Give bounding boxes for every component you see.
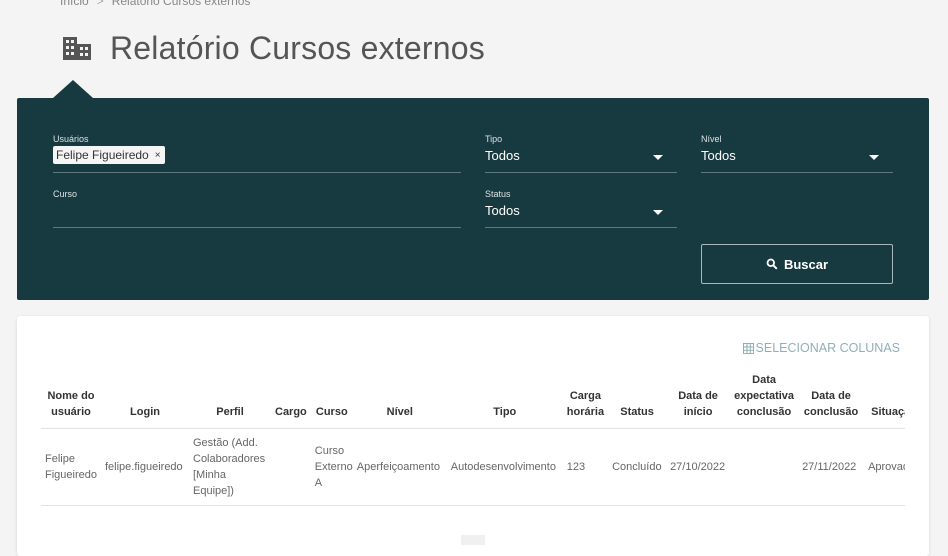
cell-data-inicio: 27/10/2022 <box>666 428 731 506</box>
page-header: Relatório Cursos externos <box>62 28 485 68</box>
cell-status: Concluído <box>608 428 667 506</box>
page-title: Relatório Cursos externos <box>110 29 485 66</box>
breadcrumb-separator: > <box>96 0 104 8</box>
column-header[interactable]: Data de início <box>666 368 731 429</box>
column-header[interactable]: Data expectativa conclusão <box>730 368 799 429</box>
cell-curso: Curso Externo A <box>310 428 353 506</box>
breadcrumb-current: Relatório Cursos externos <box>111 0 251 8</box>
column-header[interactable]: Nome do usuário <box>41 368 101 429</box>
user-chip-label: Felipe Figueiredo <box>56 148 149 162</box>
table-header-row: Nome do usuário Login Perfil Cargo Curso… <box>41 368 905 429</box>
building-icon <box>63 37 91 60</box>
usuarios-label: Usuários <box>53 134 89 144</box>
filter-panel: Usuários Felipe Figueiredo × Tipo Todos … <box>17 98 929 300</box>
column-header[interactable]: Cargo <box>271 368 311 429</box>
results-table-container[interactable]: Nome do usuário Login Perfil Cargo Curso… <box>41 368 905 506</box>
column-header[interactable]: Status <box>608 368 667 429</box>
column-header[interactable]: Curso <box>310 368 353 429</box>
column-header[interactable]: Situação <box>864 368 905 429</box>
status-select[interactable]: Status Todos <box>485 189 677 228</box>
column-header[interactable]: Login <box>101 368 189 429</box>
chevron-down-icon <box>653 155 663 160</box>
column-header[interactable]: Data de conclusão <box>798 368 865 429</box>
panel-notch <box>53 80 93 98</box>
status-label: Status <box>485 189 511 199</box>
column-header[interactable]: Carga horária <box>562 368 609 429</box>
results-card: SELECIONAR COLUNAS Nome do usuário Login… <box>17 316 929 556</box>
search-button-label: Buscar <box>783 256 829 272</box>
select-columns-label: SELECIONAR COLUNAS <box>755 341 900 355</box>
tipo-label: Tipo <box>485 134 503 144</box>
chevron-down-icon <box>653 210 663 215</box>
usuarios-field[interactable]: Usuários Felipe Figueiredo × <box>53 134 461 173</box>
curso-input[interactable]: Curso <box>53 189 461 228</box>
cell-nome: Felipe Figueiredo <box>41 428 101 506</box>
pagination[interactable] <box>461 535 485 545</box>
cell-data-conclusao: 27/11/2022 <box>798 428 865 506</box>
user-chip: Felipe Figueiredo × <box>53 146 165 164</box>
cell-cargo <box>271 428 311 506</box>
nivel-select[interactable]: Nível Todos <box>701 134 893 173</box>
tipo-select[interactable]: Tipo Todos <box>485 134 677 173</box>
table-row[interactable]: Felipe Figueiredo felipe.figueiredo Gest… <box>41 428 905 506</box>
status-value: Todos <box>485 203 520 218</box>
table-columns-icon <box>742 342 754 354</box>
breadcrumb: Início > Relatório Cursos externos <box>60 0 250 8</box>
column-header[interactable]: Perfil <box>189 368 271 429</box>
cell-tipo: Autodesenvolvimento <box>446 428 563 506</box>
column-header[interactable]: Tipo <box>446 368 563 429</box>
cell-situacao: Aprovado <box>864 428 905 506</box>
curso-label: Curso <box>53 189 78 199</box>
chip-remove-icon[interactable]: × <box>155 150 161 161</box>
cell-perfil: Gestão (Add. Colaboradores [Minha Equipe… <box>189 428 271 506</box>
cell-data-expectativa <box>730 428 799 506</box>
search-button[interactable]: Buscar <box>701 244 893 284</box>
nivel-value: Todos <box>701 148 736 163</box>
cell-carga: 123 <box>562 428 609 506</box>
column-header[interactable]: Nível <box>352 368 447 429</box>
tipo-value: Todos <box>485 148 520 163</box>
breadcrumb-home[interactable]: Início <box>60 0 89 8</box>
cell-nivel: Aperfeiçoamento <box>352 428 447 506</box>
chevron-down-icon <box>869 155 879 160</box>
search-icon <box>766 258 778 270</box>
results-table: Nome do usuário Login Perfil Cargo Curso… <box>41 368 905 506</box>
cell-login: felipe.figueiredo <box>101 428 189 506</box>
select-columns-button[interactable]: SELECIONAR COLUNAS <box>742 341 900 355</box>
nivel-label: Nível <box>701 134 722 144</box>
